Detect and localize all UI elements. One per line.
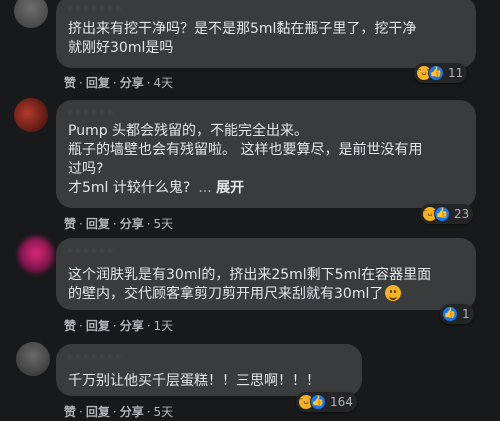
comment-timestamp[interactable]: 5天 — [154, 217, 174, 231]
like-button[interactable]: 赞 — [64, 76, 76, 90]
reaction-count: 11 — [448, 66, 464, 80]
reply-button[interactable]: 回复 — [86, 319, 110, 333]
see-more-link[interactable]: ... 展开 — [198, 180, 244, 196]
reaction-count: 23 — [454, 207, 470, 221]
comment-4: · · · · · · · 千万别让他买千层蛋糕！！三思啊！！！ ᵔᴗᵔ 👍 1… — [0, 340, 500, 421]
comment-timestamp[interactable]: 4天 — [154, 76, 174, 90]
comment-bubble: · · · · · · · 千万别让他买千层蛋糕！！三思啊！！！ — [56, 344, 362, 396]
like-icon: 👍 — [434, 206, 450, 222]
see-more-label: 展开 — [216, 180, 245, 196]
share-button[interactable]: 分享 — [120, 405, 144, 419]
comment-author[interactable]: · · · · · · — [68, 244, 464, 258]
reaction-count: 1 — [462, 307, 470, 321]
comment-author[interactable]: · · · · · · — [68, 106, 464, 120]
comment-text: Pump 头都会残留的，不能完全出来。 瓶子的墙壁也会有残留啦。 这样也要算尽，… — [68, 122, 464, 198]
reaction-summary[interactable]: ᵔᴗᵔ 👍 164 — [296, 392, 357, 412]
comment-text-fragment: 的壁内，交代顾客拿剪刀剪开用尺来刮就有30ml了 — [68, 286, 384, 302]
avatar[interactable] — [14, 98, 48, 132]
reaction-summary[interactable]: ᵔᴗᵔ 👍 11 — [414, 63, 468, 83]
reply-button[interactable]: 回复 — [86, 76, 110, 90]
comment-bubble: · · · · · · · 挤出来有挖干净吗？是不是那5ml黏在瓶子里了，挖干净… — [56, 0, 476, 68]
like-button[interactable]: 赞 — [64, 217, 76, 231]
comment-actions: 赞 · 回复 · 分享 · 5天 — [64, 405, 174, 419]
avatar[interactable] — [18, 236, 54, 274]
smile-emoji-icon — [385, 285, 402, 301]
see-more-ellipsis: ... — [198, 180, 212, 196]
comment-text-line: Pump 头都会残留的，不能完全出来。 — [68, 123, 309, 139]
comment-text-line: 过吗? — [68, 161, 104, 177]
comment-bubble: · · · · · · Pump 头都会残留的，不能完全出来。 瓶子的墙壁也会有… — [56, 100, 476, 208]
comment-text: 这个润肤乳是有30ml的，挤出来25ml剩下5ml在容器里面 的壁内，交代顾客拿… — [68, 266, 464, 304]
comment-timestamp[interactable]: 1天 — [154, 319, 174, 333]
comment-text-fragment: 才5ml 计较什么鬼? — [68, 180, 191, 196]
comment-author[interactable]: · · · · · · · — [68, 350, 350, 364]
reaction-summary[interactable]: 👍 1 — [440, 304, 474, 324]
like-button[interactable]: 赞 — [64, 319, 76, 333]
comment-text-line: 挤出来有挖干净吗？是不是那5ml黏在瓶子里了，挖干净 — [68, 21, 417, 37]
comment-actions: 赞 · 回复 · 分享 · 5天 — [64, 217, 174, 231]
reply-button[interactable]: 回复 — [86, 405, 110, 419]
comment-text: 挤出来有挖干净吗？是不是那5ml黏在瓶子里了，挖干净 就刚好30ml是吗 — [68, 20, 464, 58]
comment-timestamp[interactable]: 5天 — [154, 405, 174, 419]
comment-text-line: 瓶子的墙壁也会有残留啦。 这样也要算尽，是前世没有用 — [68, 142, 423, 158]
comment-text-line: 这个润肤乳是有30ml的，挤出来25ml剩下5ml在容器里面 — [68, 267, 432, 283]
share-button[interactable]: 分享 — [120, 217, 144, 231]
comment-bubble: · · · · · · 这个润肤乳是有30ml的，挤出来25ml剩下5ml在容器… — [56, 238, 476, 310]
comment-actions: 赞 · 回复 · 分享 · 4天 — [64, 76, 174, 90]
avatar[interactable] — [14, 0, 48, 28]
comment-text-line: 的壁内，交代顾客拿剪刀剪开用尺来刮就有30ml了 — [68, 285, 464, 304]
comment-3: · · · · · · 这个润肤乳是有30ml的，挤出来25ml剩下5ml在容器… — [0, 232, 500, 334]
comment-text-line: 才5ml 计较什么鬼?... 展开 — [68, 179, 464, 198]
like-icon: 👍 — [428, 65, 444, 81]
comment-text-line: 千万别让他买千层蛋糕！！三思啊！！！ — [68, 373, 320, 389]
comment-2: · · · · · · Pump 头都会残留的，不能完全出来。 瓶子的墙壁也会有… — [0, 96, 500, 231]
comment-author[interactable]: · · · · · · · — [68, 2, 464, 16]
reaction-count: 164 — [330, 395, 353, 409]
reaction-summary[interactable]: ᵔᴗᵔ 👍 23 — [420, 204, 474, 224]
like-button[interactable]: 赞 — [64, 405, 76, 419]
like-icon: 👍 — [310, 394, 326, 410]
reply-button[interactable]: 回复 — [86, 217, 110, 231]
comment-1: · · · · · · · 挤出来有挖干净吗？是不是那5ml黏在瓶子里了，挖干净… — [0, 0, 500, 92]
like-icon: 👍 — [442, 306, 458, 322]
comment-text: 千万别让他买千层蛋糕！！三思啊！！！ — [68, 372, 350, 391]
share-button[interactable]: 分享 — [120, 319, 144, 333]
comment-text-line: 就刚好30ml是吗 — [68, 40, 174, 56]
comment-actions: 赞 · 回复 · 分享 · 1天 — [64, 319, 174, 333]
avatar[interactable] — [16, 342, 50, 376]
share-button[interactable]: 分享 — [120, 76, 144, 90]
